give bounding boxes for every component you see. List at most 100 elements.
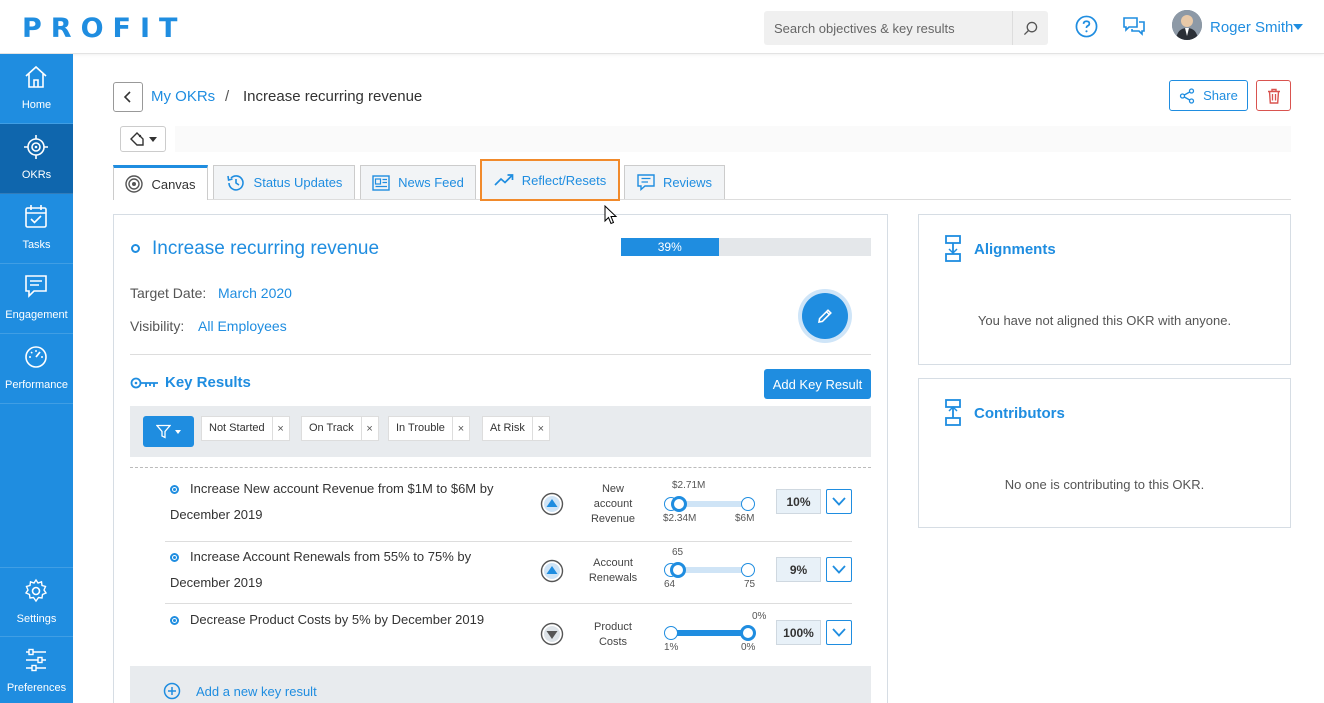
avatar[interactable] bbox=[1172, 10, 1202, 40]
remove-filter-icon[interactable]: × bbox=[362, 423, 378, 435]
tab-label: Reflect/Resets bbox=[521, 172, 607, 188]
chevron-down-icon bbox=[832, 497, 846, 506]
slider-current-knob[interactable] bbox=[740, 625, 756, 641]
key-result-slider[interactable]: $2.71M $2.34M $6M bbox=[663, 480, 756, 524]
back-button[interactable] bbox=[113, 82, 143, 112]
tab-status-updates[interactable]: Status Updates bbox=[213, 165, 355, 199]
search-icon bbox=[1023, 21, 1038, 35]
key-result-metric: New account Revenue bbox=[590, 483, 636, 525]
messages-icon[interactable] bbox=[1122, 16, 1146, 38]
target-date-value[interactable]: March 2020 bbox=[218, 285, 292, 301]
slider-current-knob[interactable] bbox=[670, 562, 686, 578]
filter-chip-label: In Trouble bbox=[389, 417, 453, 440]
sidebar-item-tasks[interactable]: Tasks bbox=[0, 194, 73, 264]
filter-chip-on-track: On Track × bbox=[301, 416, 379, 441]
sidebar-item-label: Engagement bbox=[5, 309, 68, 321]
progress-fill: 39% bbox=[621, 238, 719, 256]
key-result-menu-button[interactable] bbox=[826, 557, 852, 582]
slider-start-knob[interactable] bbox=[664, 626, 678, 640]
tab-news-feed[interactable]: News Feed bbox=[360, 165, 476, 199]
chevron-down-icon bbox=[832, 565, 846, 574]
mouse-cursor-icon bbox=[604, 205, 618, 225]
slider-current-label: $2.71M bbox=[672, 480, 706, 491]
contributors-title: Contributors bbox=[974, 405, 1065, 422]
newspaper-icon bbox=[372, 174, 390, 191]
delete-button[interactable] bbox=[1256, 80, 1291, 111]
breadcrumb-current: Increase recurring revenue bbox=[243, 88, 423, 105]
key-result-menu-button[interactable] bbox=[826, 489, 852, 514]
sidebar-item-okrs[interactable]: OKRs bbox=[0, 124, 73, 194]
add-new-key-result-link[interactable]: Add a new key result bbox=[196, 684, 317, 699]
tab-label: Canvas bbox=[151, 176, 196, 192]
filter-chip-not-started: Not Started × bbox=[201, 416, 290, 441]
key-result-title[interactable]: Increase Account Renewals from 55% to 75… bbox=[170, 544, 500, 596]
sidebar-item-label: Tasks bbox=[22, 239, 51, 251]
breadcrumb-parent[interactable]: My OKRs bbox=[151, 88, 215, 105]
sidebar-item-label: Settings bbox=[16, 613, 57, 625]
chat-icon bbox=[25, 275, 47, 298]
objective-title[interactable]: Increase recurring revenue bbox=[152, 238, 379, 260]
filter-chip-at-risk: At Risk × bbox=[482, 416, 550, 441]
remove-filter-icon[interactable]: × bbox=[533, 423, 549, 435]
target-icon bbox=[125, 175, 144, 193]
tag-area bbox=[175, 126, 1291, 152]
visibility-value[interactable]: All Employees bbox=[198, 318, 287, 334]
chevron-down-icon bbox=[832, 628, 846, 637]
plus-circle-icon[interactable] bbox=[163, 682, 181, 700]
key-result-slider[interactable]: 65 64 75 bbox=[664, 547, 756, 590]
history-icon bbox=[226, 174, 244, 191]
key-result-percent[interactable]: 10% bbox=[776, 489, 821, 514]
target-icon bbox=[24, 135, 48, 159]
sidebar-item-preferences[interactable]: Preferences bbox=[0, 637, 73, 703]
slider-current-knob[interactable] bbox=[671, 496, 687, 512]
key-result-title[interactable]: Decrease Product Costs by 5% by December… bbox=[170, 607, 500, 633]
slider-target-knob[interactable] bbox=[741, 497, 755, 511]
key-result-percent[interactable]: 100% bbox=[776, 620, 821, 645]
slider-current-label: 65 bbox=[672, 547, 684, 558]
tab-reviews[interactable]: Reviews bbox=[624, 165, 725, 199]
slider-current-label: 0% bbox=[752, 611, 767, 622]
filter-chip-label: At Risk bbox=[483, 417, 533, 440]
remove-filter-icon[interactable]: × bbox=[273, 423, 289, 435]
slider-target-knob[interactable] bbox=[741, 563, 755, 577]
key-result-slider[interactable]: 0% 1% 0% bbox=[664, 611, 766, 653]
tag-icon bbox=[129, 132, 144, 146]
search-button[interactable] bbox=[1012, 11, 1048, 45]
edit-objective-button[interactable] bbox=[802, 293, 848, 339]
chevron-down-icon bbox=[175, 429, 181, 434]
gauge-icon bbox=[25, 346, 47, 368]
tabs-divider bbox=[113, 199, 1291, 200]
filter-button[interactable] bbox=[143, 416, 194, 447]
sidebar-item-engagement[interactable]: Engagement bbox=[0, 264, 73, 334]
tag-dropdown[interactable] bbox=[120, 126, 166, 152]
user-name[interactable]: Roger Smith bbox=[1210, 19, 1293, 36]
slider-start-label: 64 bbox=[664, 579, 676, 590]
sidebar-item-settings[interactable]: Settings bbox=[0, 567, 73, 637]
filter-chip-in-trouble: In Trouble × bbox=[388, 416, 470, 441]
tab-reflect-resets[interactable]: Reflect/Resets bbox=[480, 159, 620, 201]
key-result-percent[interactable]: 9% bbox=[776, 557, 821, 582]
calendar-check-icon bbox=[25, 205, 47, 228]
key-results-title: Key Results bbox=[165, 374, 251, 391]
remove-filter-icon[interactable]: × bbox=[453, 423, 469, 435]
arrow-up-circle-icon bbox=[540, 559, 564, 583]
arrow-down-circle-icon bbox=[540, 622, 564, 646]
tab-canvas[interactable]: Canvas bbox=[113, 165, 208, 200]
tab-label: News Feed bbox=[398, 175, 464, 190]
share-icon bbox=[1179, 87, 1195, 104]
sidebar-item-performance[interactable]: Performance bbox=[0, 334, 73, 404]
share-button[interactable]: Share bbox=[1169, 80, 1248, 111]
chevron-down-icon bbox=[148, 136, 157, 142]
alignment-icon bbox=[945, 235, 961, 262]
profit-logo[interactable]: PROFIT bbox=[22, 13, 186, 44]
chevron-down-icon[interactable] bbox=[1293, 24, 1303, 30]
key-icon bbox=[130, 377, 158, 389]
key-result-title[interactable]: Increase New account Revenue from $1M to… bbox=[170, 476, 500, 528]
key-result-menu-button[interactable] bbox=[826, 620, 852, 645]
slider-start-label: $2.34M bbox=[663, 513, 697, 524]
help-icon[interactable] bbox=[1075, 15, 1098, 38]
alignments-title: Alignments bbox=[974, 241, 1056, 258]
add-key-result-button[interactable]: Add Key Result bbox=[764, 369, 871, 399]
search-input[interactable] bbox=[764, 11, 1012, 45]
sidebar-item-home[interactable]: Home bbox=[0, 54, 73, 124]
